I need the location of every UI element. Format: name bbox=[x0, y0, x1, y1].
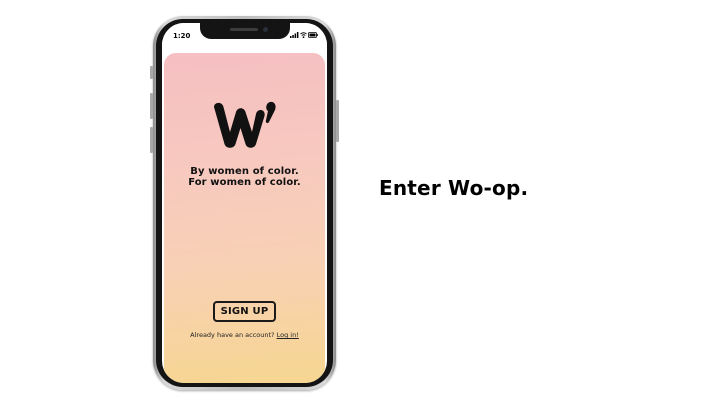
wifi-icon bbox=[300, 32, 307, 39]
log-in-link[interactable]: Log in! bbox=[277, 331, 299, 339]
phone-screen: 1:20 By women of color. For women of col… bbox=[162, 23, 327, 383]
volume-down-button bbox=[150, 127, 153, 153]
front-camera bbox=[263, 27, 268, 32]
status-icons bbox=[290, 31, 318, 39]
woop-logo-icon bbox=[214, 101, 276, 148]
silent-switch bbox=[150, 66, 153, 79]
login-prompt-text: Already have an account? bbox=[190, 331, 275, 339]
tagline-line-1: By women of color. bbox=[190, 166, 299, 177]
tagline: By women of color. For women of color. bbox=[164, 166, 325, 188]
notch bbox=[200, 23, 290, 39]
volume-up-button bbox=[150, 93, 153, 119]
slide: 1:20 By women of color. For women of col… bbox=[0, 0, 720, 405]
login-prompt-line: Already have an account? Log in! bbox=[164, 331, 325, 339]
sign-up-button[interactable]: SIGN UP bbox=[213, 301, 276, 322]
status-time: 1:20 bbox=[173, 32, 191, 40]
battery-icon bbox=[308, 32, 318, 38]
power-button bbox=[336, 100, 339, 142]
speaker-grille bbox=[230, 28, 258, 31]
tagline-line-2: For women of color. bbox=[188, 177, 301, 188]
slide-headline: Enter Wo-op. bbox=[379, 176, 529, 200]
signal-icon bbox=[290, 32, 299, 38]
status-bar: 1:20 bbox=[162, 23, 327, 49]
welcome-card: By women of color. For women of color. S… bbox=[164, 53, 325, 383]
